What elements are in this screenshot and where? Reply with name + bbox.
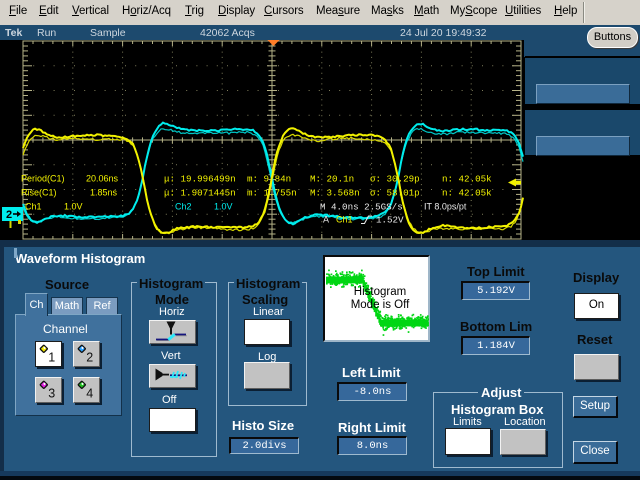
svg-text:n: 42.05k: n: 42.05k <box>442 174 492 185</box>
svg-text:m: 9.84n: m: 9.84n <box>247 174 291 185</box>
svg-text:Ch1: Ch1 <box>25 202 42 212</box>
svg-text:2: 2 <box>86 351 93 365</box>
svg-text:Ch1: Ch1 <box>336 215 353 225</box>
svg-text:1.0V: 1.0V <box>214 202 233 212</box>
svg-text:M: 3.568n: M: 3.568n <box>310 188 360 199</box>
svg-text:2: 2 <box>6 209 12 221</box>
svg-text:3: 3 <box>48 387 55 401</box>
svg-text:m: 1.755n: m: 1.755n <box>247 188 297 199</box>
svg-text:1.52V: 1.52V <box>376 215 404 226</box>
svg-text:M 4.0ns 2.5GS/s: M 4.0ns 2.5GS/s <box>320 202 403 213</box>
svg-text:20.06ns: 20.06ns <box>86 174 119 184</box>
svg-text:M: 20.1n: M: 20.1n <box>310 174 354 185</box>
svg-text:1.0V: 1.0V <box>64 202 83 212</box>
svg-text:σ: 30.29p: σ: 30.29p <box>370 174 420 185</box>
svg-text:4: 4 <box>86 387 93 401</box>
svg-text:IT 8.0ps/pt: IT 8.0ps/pt <box>424 202 467 212</box>
svg-text:1: 1 <box>48 351 55 365</box>
svg-text:σ: 58.01p: σ: 58.01p <box>370 188 420 199</box>
svg-text:μ: 19.996499n: μ: 19.996499n <box>164 174 236 185</box>
svg-text:n: 42.05k: n: 42.05k <box>442 188 492 199</box>
svg-text:μ: 1.9071445n: μ: 1.9071445n <box>164 188 236 199</box>
svg-text:A: A <box>323 215 329 225</box>
svg-text:Rise(C1): Rise(C1) <box>21 188 57 198</box>
svg-text:Ch2: Ch2 <box>175 202 192 212</box>
svg-text:1.85ns: 1.85ns <box>90 188 118 198</box>
svg-text:Period(C1): Period(C1) <box>21 174 65 184</box>
